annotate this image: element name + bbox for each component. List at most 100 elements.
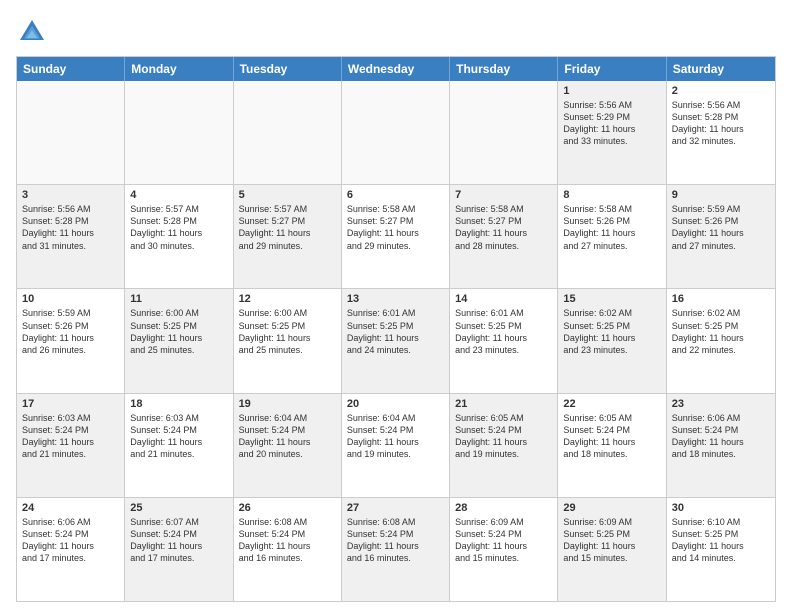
cal-cell-27: 27 Sunrise: 6:08 AM Sunset: 5:24 PM Dayli… <box>342 498 450 601</box>
day-number: 19 <box>239 398 336 410</box>
cal-cell-12: 12 Sunrise: 6:00 AM Sunset: 5:25 PM Dayli… <box>234 289 342 392</box>
day-number: 18 <box>130 398 227 410</box>
day-number: 10 <box>22 293 119 305</box>
cal-cell-16: 16 Sunrise: 6:02 AM Sunset: 5:25 PM Dayli… <box>667 289 775 392</box>
day-header-wednesday: Wednesday <box>342 57 450 81</box>
day-info: Sunrise: 6:06 AM Sunset: 5:24 PM Dayligh… <box>672 412 770 461</box>
cal-cell-21: 21 Sunrise: 6:05 AM Sunset: 5:24 PM Dayli… <box>450 394 558 497</box>
cal-cell-5: 5 Sunrise: 5:57 AM Sunset: 5:27 PM Daylig… <box>234 185 342 288</box>
cal-cell-22: 22Sunrise: 6:05 AM Sunset: 5:24 PM Dayli… <box>558 394 666 497</box>
cal-cell-24: 24 Sunrise: 6:06 AM Sunset: 5:24 PM Dayli… <box>17 498 125 601</box>
day-header-sunday: Sunday <box>17 57 125 81</box>
day-header-tuesday: Tuesday <box>234 57 342 81</box>
day-number: 27 <box>347 502 444 514</box>
day-number: 25 <box>130 502 227 514</box>
day-number: 17 <box>22 398 119 410</box>
calendar-row-2: 10Sunrise: 5:59 AM Sunset: 5:26 PM Dayli… <box>17 289 775 393</box>
header <box>16 16 776 48</box>
day-info: Sunrise: 6:01 AM Sunset: 5:25 PM Dayligh… <box>347 307 444 356</box>
cal-cell-11: 11 Sunrise: 6:00 AM Sunset: 5:25 PM Dayli… <box>125 289 233 392</box>
cal-cell-25: 25 Sunrise: 6:07 AM Sunset: 5:24 PM Dayli… <box>125 498 233 601</box>
logo-icon <box>16 16 48 48</box>
day-number: 8 <box>563 189 660 201</box>
calendar-body: 1 Sunrise: 5:56 AM Sunset: 5:29 PM Daylig… <box>17 81 775 601</box>
cal-cell-29: 29Sunrise: 6:09 AM Sunset: 5:25 PM Dayli… <box>558 498 666 601</box>
day-info: Sunrise: 6:07 AM Sunset: 5:24 PM Dayligh… <box>130 516 227 565</box>
cal-cell-28: 28 Sunrise: 6:09 AM Sunset: 5:24 PM Dayli… <box>450 498 558 601</box>
day-number: 21 <box>455 398 552 410</box>
day-number: 12 <box>239 293 336 305</box>
day-info: Sunrise: 6:05 AM Sunset: 5:24 PM Dayligh… <box>455 412 552 461</box>
cal-cell-2: 2Sunrise: 5:56 AM Sunset: 5:28 PM Daylig… <box>667 81 775 184</box>
cal-cell-26: 26Sunrise: 6:08 AM Sunset: 5:24 PM Dayli… <box>234 498 342 601</box>
cal-cell-6: 6 Sunrise: 5:58 AM Sunset: 5:27 PM Daylig… <box>342 185 450 288</box>
cal-cell-empty-0-0 <box>17 81 125 184</box>
calendar: SundayMondayTuesdayWednesdayThursdayFrid… <box>16 56 776 602</box>
day-number: 28 <box>455 502 552 514</box>
day-info: Sunrise: 6:00 AM Sunset: 5:25 PM Dayligh… <box>130 307 227 356</box>
day-info: Sunrise: 6:04 AM Sunset: 5:24 PM Dayligh… <box>239 412 336 461</box>
logo <box>16 16 52 48</box>
cal-cell-7: 7 Sunrise: 5:58 AM Sunset: 5:27 PM Daylig… <box>450 185 558 288</box>
day-number: 5 <box>239 189 336 201</box>
day-info: Sunrise: 6:08 AM Sunset: 5:24 PM Dayligh… <box>347 516 444 565</box>
cal-cell-8: 8 Sunrise: 5:58 AM Sunset: 5:26 PM Daylig… <box>558 185 666 288</box>
day-number: 7 <box>455 189 552 201</box>
cal-cell-23: 23Sunrise: 6:06 AM Sunset: 5:24 PM Dayli… <box>667 394 775 497</box>
day-number: 30 <box>672 502 770 514</box>
day-header-friday: Friday <box>558 57 666 81</box>
day-info: Sunrise: 6:01 AM Sunset: 5:25 PM Dayligh… <box>455 307 552 356</box>
day-number: 1 <box>563 85 660 97</box>
day-number: 6 <box>347 189 444 201</box>
cal-cell-30: 30 Sunrise: 6:10 AM Sunset: 5:25 PM Dayli… <box>667 498 775 601</box>
cal-cell-10: 10Sunrise: 5:59 AM Sunset: 5:26 PM Dayli… <box>17 289 125 392</box>
day-number: 9 <box>672 189 770 201</box>
day-info: Sunrise: 6:04 AM Sunset: 5:24 PM Dayligh… <box>347 412 444 461</box>
cal-cell-15: 15 Sunrise: 6:02 AM Sunset: 5:25 PM Dayli… <box>558 289 666 392</box>
cal-cell-4: 4 Sunrise: 5:57 AM Sunset: 5:28 PM Daylig… <box>125 185 233 288</box>
day-number: 24 <box>22 502 119 514</box>
day-info: Sunrise: 6:06 AM Sunset: 5:24 PM Dayligh… <box>22 516 119 565</box>
cal-cell-3: 3 Sunrise: 5:56 AM Sunset: 5:28 PM Daylig… <box>17 185 125 288</box>
day-number: 11 <box>130 293 227 305</box>
day-number: 20 <box>347 398 444 410</box>
day-number: 15 <box>563 293 660 305</box>
day-info: Sunrise: 6:09 AM Sunset: 5:25 PM Dayligh… <box>563 516 660 565</box>
cal-cell-14: 14Sunrise: 6:01 AM Sunset: 5:25 PM Dayli… <box>450 289 558 392</box>
day-info: Sunrise: 5:57 AM Sunset: 5:28 PM Dayligh… <box>130 203 227 252</box>
cal-cell-1: 1 Sunrise: 5:56 AM Sunset: 5:29 PM Daylig… <box>558 81 666 184</box>
cal-cell-empty-0-1 <box>125 81 233 184</box>
cal-cell-13: 13 Sunrise: 6:01 AM Sunset: 5:25 PM Dayli… <box>342 289 450 392</box>
day-number: 13 <box>347 293 444 305</box>
day-info: Sunrise: 6:03 AM Sunset: 5:24 PM Dayligh… <box>22 412 119 461</box>
day-info: Sunrise: 5:57 AM Sunset: 5:27 PM Dayligh… <box>239 203 336 252</box>
cal-cell-17: 17 Sunrise: 6:03 AM Sunset: 5:24 PM Dayli… <box>17 394 125 497</box>
day-info: Sunrise: 6:09 AM Sunset: 5:24 PM Dayligh… <box>455 516 552 565</box>
day-info: Sunrise: 5:58 AM Sunset: 5:26 PM Dayligh… <box>563 203 660 252</box>
calendar-row-3: 17 Sunrise: 6:03 AM Sunset: 5:24 PM Dayli… <box>17 394 775 498</box>
day-header-thursday: Thursday <box>450 57 558 81</box>
day-number: 4 <box>130 189 227 201</box>
day-info: Sunrise: 5:58 AM Sunset: 5:27 PM Dayligh… <box>455 203 552 252</box>
calendar-row-1: 3 Sunrise: 5:56 AM Sunset: 5:28 PM Daylig… <box>17 185 775 289</box>
cal-cell-18: 18Sunrise: 6:03 AM Sunset: 5:24 PM Dayli… <box>125 394 233 497</box>
day-info: Sunrise: 6:02 AM Sunset: 5:25 PM Dayligh… <box>563 307 660 356</box>
day-number: 16 <box>672 293 770 305</box>
day-number: 2 <box>672 85 770 97</box>
day-header-saturday: Saturday <box>667 57 775 81</box>
day-info: Sunrise: 5:58 AM Sunset: 5:27 PM Dayligh… <box>347 203 444 252</box>
cal-cell-empty-0-4 <box>450 81 558 184</box>
cal-cell-19: 19 Sunrise: 6:04 AM Sunset: 5:24 PM Dayli… <box>234 394 342 497</box>
day-info: Sunrise: 6:10 AM Sunset: 5:25 PM Dayligh… <box>672 516 770 565</box>
page: SundayMondayTuesdayWednesdayThursdayFrid… <box>0 0 792 612</box>
day-info: Sunrise: 6:00 AM Sunset: 5:25 PM Dayligh… <box>239 307 336 356</box>
calendar-row-4: 24 Sunrise: 6:06 AM Sunset: 5:24 PM Dayli… <box>17 498 775 601</box>
day-header-monday: Monday <box>125 57 233 81</box>
day-info: Sunrise: 5:56 AM Sunset: 5:28 PM Dayligh… <box>22 203 119 252</box>
day-info: Sunrise: 5:56 AM Sunset: 5:29 PM Dayligh… <box>563 99 660 148</box>
day-number: 26 <box>239 502 336 514</box>
cal-cell-empty-0-2 <box>234 81 342 184</box>
day-info: Sunrise: 6:02 AM Sunset: 5:25 PM Dayligh… <box>672 307 770 356</box>
day-number: 3 <box>22 189 119 201</box>
cal-cell-9: 9Sunrise: 5:59 AM Sunset: 5:26 PM Daylig… <box>667 185 775 288</box>
